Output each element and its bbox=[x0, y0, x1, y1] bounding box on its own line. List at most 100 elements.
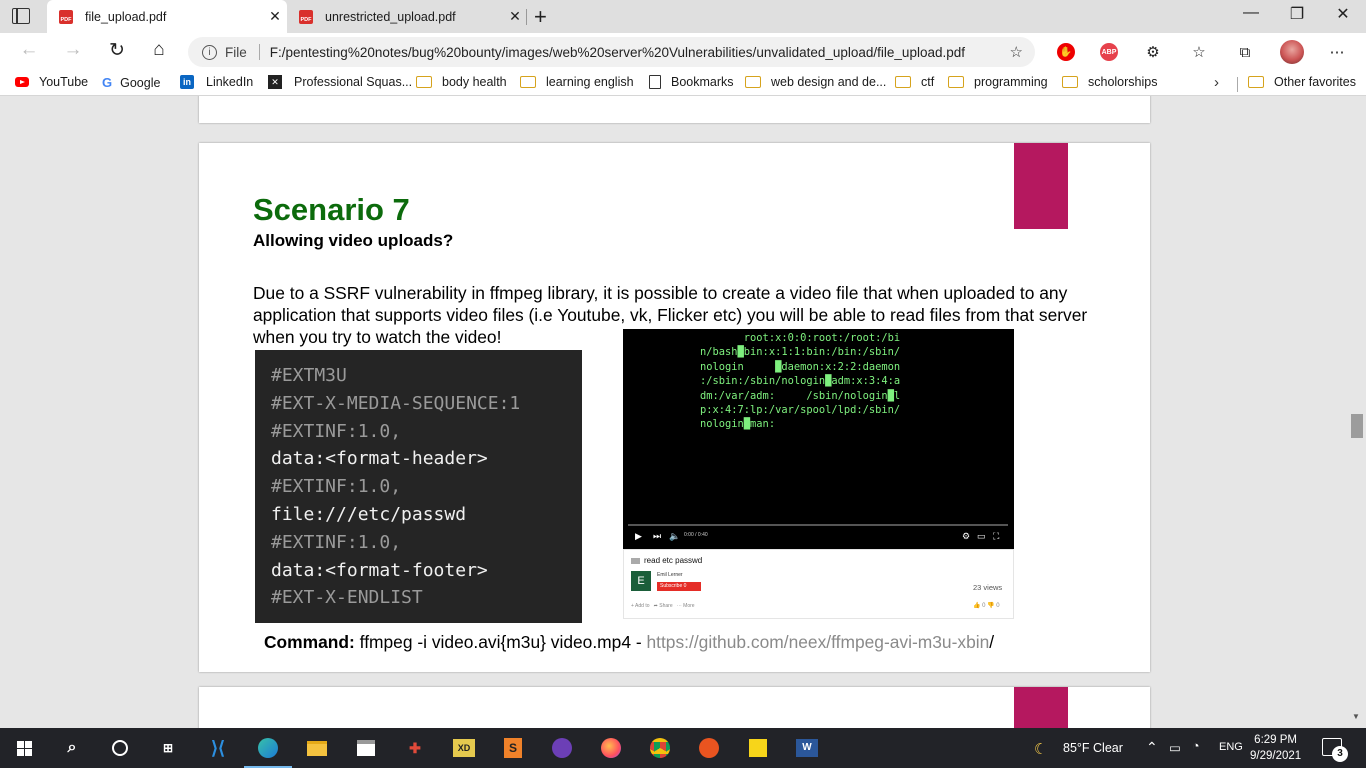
fullscreen-icon: ⛶ bbox=[993, 531, 1000, 541]
store-icon[interactable] bbox=[353, 736, 379, 760]
window-close-icon[interactable]: ✕ bbox=[1320, 4, 1366, 24]
folder-icon bbox=[1248, 76, 1264, 88]
edge-icon[interactable] bbox=[244, 736, 292, 768]
bookmark-label: learning english bbox=[546, 75, 634, 89]
scenario-subtitle: Allowing video uploads? bbox=[253, 231, 454, 250]
bookmark-learning-english[interactable]: learning english bbox=[520, 75, 634, 89]
tab-unrestricted-upload[interactable]: PDF unrestricted_upload.pdf ✕ bbox=[287, 0, 527, 33]
url-text[interactable]: F:/pentesting%20notes/bug%20bounty/image… bbox=[270, 45, 1010, 60]
back-icon[interactable]: ← bbox=[16, 39, 42, 61]
bookmark-scholorships[interactable]: scholorships bbox=[1062, 75, 1157, 89]
vscode-icon[interactable]: ⟩⟨ bbox=[205, 736, 231, 760]
close-icon[interactable]: ✕ bbox=[503, 8, 527, 25]
adblock-plus-icon[interactable]: ABP bbox=[1100, 43, 1118, 61]
info-icon[interactable]: i bbox=[202, 44, 217, 60]
tab-label: unrestricted_upload.pdf bbox=[325, 9, 456, 24]
scheme-label: File bbox=[225, 44, 247, 60]
action-label: Share bbox=[659, 603, 673, 609]
app-icon[interactable]: ✚ bbox=[402, 736, 428, 760]
bookmark-label: Professional Squas... bbox=[294, 75, 413, 89]
tab-actions-icon[interactable] bbox=[12, 8, 30, 24]
view-count: 23 views bbox=[973, 583, 1003, 592]
site-icon: ✕ bbox=[268, 75, 282, 89]
pdf-page-next bbox=[199, 687, 1150, 728]
bookmark-professional-squash[interactable]: ✕ Professional Squas... bbox=[268, 75, 412, 89]
weather-text[interactable]: 85°F Clear bbox=[1063, 741, 1123, 755]
pdf-viewer[interactable]: Scenario 7 Allowing video uploads? Due t… bbox=[0, 96, 1366, 728]
collections-icon[interactable]: ⧉ bbox=[1234, 41, 1256, 63]
search-icon[interactable]: ⌕ bbox=[59, 736, 85, 760]
close-icon[interactable]: ✕ bbox=[263, 8, 287, 25]
adobe-xd-icon[interactable]: XD bbox=[451, 736, 477, 760]
task-view-icon[interactable]: ⊞ bbox=[155, 736, 181, 760]
bookmark-bookmarks[interactable]: Bookmarks bbox=[649, 75, 734, 89]
pdf-page-previous bbox=[199, 96, 1150, 123]
bookmark-programming[interactable]: programming bbox=[948, 75, 1048, 89]
bookmark-other-favorites[interactable]: Other favorites bbox=[1248, 75, 1356, 89]
word-icon[interactable]: W bbox=[794, 736, 820, 760]
sticky-notes-icon[interactable] bbox=[745, 736, 771, 760]
file-explorer-icon[interactable] bbox=[304, 736, 330, 760]
code-line: #EXTINF:1.0, bbox=[271, 531, 402, 553]
scrollbar-thumb[interactable] bbox=[1351, 414, 1363, 438]
bookmark-google[interactable]: G Google bbox=[102, 75, 160, 90]
tray-chevron-icon[interactable]: ⌃ bbox=[1146, 739, 1158, 756]
github-link[interactable]: https://github.com/neex/ffmpeg-avi-m3u-x… bbox=[646, 632, 989, 652]
folder-icon bbox=[745, 76, 761, 88]
restore-icon[interactable]: ❐ bbox=[1274, 4, 1320, 24]
bookmark-web-design[interactable]: web design and de... bbox=[745, 75, 886, 89]
page-bookmark-decoration bbox=[1014, 687, 1068, 728]
bookmark-linkedin[interactable]: in LinkedIn bbox=[180, 75, 253, 89]
media-app-icon[interactable] bbox=[549, 736, 575, 760]
windows-start-icon[interactable] bbox=[17, 741, 33, 757]
bookmarks-bar: YouTube G Google in LinkedIn ✕ Professio… bbox=[0, 71, 1366, 96]
scroll-down-icon[interactable]: ▼ bbox=[1352, 712, 1360, 721]
minimize-icon[interactable]: — bbox=[1228, 4, 1274, 22]
code-line: #EXTINF:1.0, bbox=[271, 420, 402, 442]
folder-icon bbox=[895, 76, 911, 88]
address-bar[interactable]: i File F:/pentesting%20notes/bug%20bount… bbox=[188, 37, 1035, 67]
terminal-line: nologin█man: bbox=[700, 418, 776, 431]
terminal-line: :/sbin:/sbin/nologin█adm:x:3:4:a bbox=[700, 375, 901, 388]
more-menu-icon[interactable]: ⋯ bbox=[1326, 41, 1348, 63]
channel-name: Emil Lerner bbox=[657, 572, 683, 578]
new-tab-icon[interactable]: + bbox=[534, 4, 547, 30]
taskbar-clock[interactable]: 6:29 PM 9/29/2021 bbox=[1250, 732, 1301, 764]
dislike-count: 0 bbox=[996, 603, 1000, 609]
video-progress-bar bbox=[628, 524, 1008, 526]
cortana-icon[interactable] bbox=[107, 736, 133, 760]
bookmark-ctf[interactable]: ctf bbox=[895, 75, 934, 89]
folder-icon bbox=[1062, 76, 1078, 88]
ubuntu-icon[interactable] bbox=[696, 736, 722, 760]
wifi-icon[interactable]: ◔ bbox=[1192, 739, 1200, 753]
bookmark-body-health[interactable]: body health bbox=[416, 75, 507, 89]
chrome-icon[interactable] bbox=[647, 736, 673, 760]
bookmark-label: web design and de... bbox=[771, 75, 887, 89]
forward-icon[interactable]: → bbox=[60, 39, 86, 61]
tab-file-upload[interactable]: PDF file_upload.pdf ✕ bbox=[47, 0, 287, 33]
firefox-icon[interactable] bbox=[598, 736, 624, 760]
chevron-right-icon[interactable]: › bbox=[1214, 74, 1219, 91]
tab-bar: PDF file_upload.pdf ✕ PDF unrestricted_u… bbox=[0, 0, 1366, 33]
command-text: ffmpeg -i video.avi{m3u} video.mp4 - bbox=[359, 632, 642, 652]
bookmark-youtube[interactable]: YouTube bbox=[15, 75, 88, 89]
add-favorite-icon[interactable]: ☆ bbox=[1010, 43, 1023, 61]
profile-avatar[interactable] bbox=[1280, 40, 1304, 64]
terminal-line: root:x:0:0:root:/root:/bi bbox=[700, 332, 901, 344]
favorites-icon[interactable]: ☆ bbox=[1188, 41, 1210, 63]
bookmarks-divider bbox=[1237, 77, 1238, 92]
extension-stop-icon[interactable]: ✋ bbox=[1057, 43, 1075, 61]
page-icon bbox=[649, 75, 661, 89]
theater-icon: ▭ bbox=[977, 531, 986, 541]
command-trail: / bbox=[989, 632, 995, 652]
home-icon[interactable]: ⌂ bbox=[146, 39, 172, 61]
language-indicator[interactable]: ENG bbox=[1219, 741, 1243, 753]
refresh-icon[interactable]: ↻ bbox=[104, 39, 130, 62]
battery-icon[interactable]: ▭ bbox=[1169, 740, 1181, 755]
extensions-icon[interactable]: ⚙ bbox=[1142, 41, 1164, 63]
sublime-icon[interactable]: S bbox=[500, 736, 526, 760]
video-screenshot: root:x:0:0:root:/root:/bi n/bash█bin:x:1:… bbox=[623, 329, 1014, 549]
next-icon: ⏭ bbox=[653, 531, 662, 541]
video-title: read etc passwd bbox=[631, 556, 702, 565]
command-label: Command: bbox=[264, 632, 355, 652]
